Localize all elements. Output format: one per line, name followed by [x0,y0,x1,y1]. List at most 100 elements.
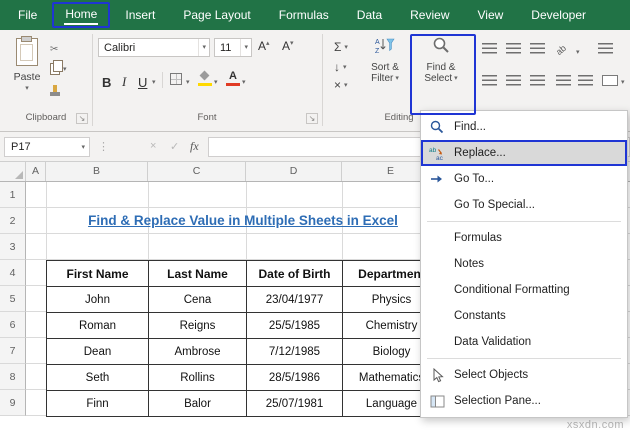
row-header-6[interactable]: 6 [0,312,26,338]
row-header-3[interactable]: 3 [0,234,26,260]
font-dialog-launcher[interactable]: ↘ [306,113,318,124]
borders-button[interactable] [170,73,182,85]
column-header-d[interactable]: D [246,162,342,181]
menu-item-notes[interactable]: Notes [421,251,627,277]
wrap-text-button[interactable] [598,43,613,54]
tab-review-label: Review [410,8,450,22]
menu-item-conditional-formatting[interactable]: Conditional Formatting [421,277,627,303]
caret-down-icon[interactable]: ▾ [152,78,156,86]
align-left-button[interactable] [482,75,497,86]
table-cell[interactable]: 25/5/1985 [247,313,343,339]
menu-item-select-objects[interactable]: Select Objects [421,362,627,388]
fill-color-button[interactable] [198,71,212,86]
tab-file[interactable]: File [4,0,51,30]
table-cell[interactable]: 23/04/1977 [247,287,343,313]
caret-down-icon[interactable]: ▾ [186,78,190,86]
table-cell[interactable]: Reigns [149,313,247,339]
caret-down-icon[interactable]: ▾ [621,78,625,86]
table-cell[interactable]: Seth [47,365,149,391]
table-header-date-of-birth[interactable]: Date of Birth [247,261,343,287]
autosum-button[interactable]: Σ ▾ [334,40,348,54]
row-header-9[interactable]: 9 [0,390,26,416]
fill-button[interactable]: ↓ ▾ [334,60,347,74]
table-cell[interactable]: Cena [149,287,247,313]
name-box[interactable]: P17 ▾ [4,137,90,157]
caret-down-icon[interactable]: ▾ [214,78,218,86]
table-cell[interactable]: Balor [149,391,247,417]
row-header-8[interactable]: 8 [0,364,26,390]
tab-page-layout[interactable]: Page Layout [169,0,264,30]
tab-developer[interactable]: Developer [517,0,600,30]
bold-button[interactable]: B [102,70,111,90]
find-select-dropdown-menu: Find... ab ac Replace... Go To... Go To S… [420,110,628,418]
enter-button[interactable]: ✓ [170,140,179,153]
menu-item-formulas[interactable]: Formulas [421,225,627,251]
text-orientation-button[interactable]: ab [554,43,568,57]
align-top-button[interactable] [482,43,497,54]
copy-button[interactable]: ▾ [50,60,82,77]
increase-indent-button[interactable] [578,75,593,86]
fill-down-icon: ↓ [334,60,340,74]
tab-data[interactable]: Data [343,0,396,30]
tab-review[interactable]: Review [396,0,463,30]
table-header-first-name[interactable]: First Name [47,261,149,287]
decrease-indent-button[interactable] [556,75,571,86]
align-center-button[interactable] [506,75,521,86]
clear-button[interactable]: × ▾ [334,78,348,92]
menu-item-replace[interactable]: ab ac Replace... [421,140,627,166]
caret-down-icon[interactable]: ▾ [242,78,246,86]
insert-function-button[interactable]: fx [190,139,199,154]
row-header-4[interactable]: 4 [0,260,26,286]
menu-item-data-validation[interactable]: Data Validation [421,329,627,355]
menu-item-selection-pane[interactable]: Selection Pane... [421,388,627,414]
merge-center-button[interactable] [602,75,618,86]
shrink-font-button[interactable]: A ▾ [282,39,294,53]
table-cell[interactable]: Finn [47,391,149,417]
tab-home[interactable]: Home [51,0,111,30]
table-cell[interactable]: Ambrose [149,339,247,365]
align-right-button[interactable] [530,75,545,86]
table-cell[interactable]: 25/07/1981 [247,391,343,417]
column-header-c[interactable]: C [148,162,246,181]
align-bottom-button[interactable] [530,43,545,54]
row-header-1[interactable]: 1 [0,182,26,208]
underline-button[interactable]: U [138,70,147,90]
table-cell[interactable]: John [47,287,149,313]
row-header-7[interactable]: 7 [0,338,26,364]
menu-item-go-to-special[interactable]: Go To Special... [421,192,627,218]
tab-view[interactable]: View [464,0,518,30]
menu-item-find[interactable]: Find... [421,114,627,140]
caret-down-icon[interactable]: ▾ [576,48,580,56]
row-header-2[interactable]: 2 [0,208,26,234]
column-header-a[interactable]: A [26,162,46,181]
font-color-button[interactable]: A [226,70,240,86]
format-painter-button[interactable] [50,80,82,96]
sheet-title-cell[interactable]: Find & Replace Value in Multiple Sheets … [46,208,440,234]
arrow-right-icon [427,171,447,187]
clipboard-dialog-launcher[interactable]: ↘ [76,113,88,124]
column-header-b[interactable]: B [46,162,148,181]
table-cell[interactable]: 28/5/1986 [247,365,343,391]
italic-button[interactable]: I [122,70,126,90]
paste-button[interactable]: Paste ▾ [8,36,46,110]
drag-handle-icon[interactable]: ⋮ [98,140,109,153]
table-cell[interactable]: Dean [47,339,149,365]
menu-item-constants[interactable]: Constants [421,303,627,329]
table-cell[interactable]: Rollins [149,365,247,391]
cut-button[interactable]: ✂ [50,42,82,58]
tab-insert[interactable]: Insert [111,0,169,30]
menu-item-go-to[interactable]: Go To... [421,166,627,192]
grow-font-button[interactable]: A ▴ [258,39,270,53]
font-group-label: Font [197,112,217,123]
font-name-combobox[interactable]: Calibri ▾ [98,38,210,57]
font-size-combobox[interactable]: 11 ▾ [214,38,252,57]
table-cell[interactable]: 7/12/1985 [247,339,343,365]
table-cell[interactable]: Roman [47,313,149,339]
sort-filter-button[interactable]: A Z Sort & Filter ▾ [358,36,412,110]
tab-formulas[interactable]: Formulas [265,0,343,30]
cancel-button[interactable]: × [150,140,156,152]
table-header-last-name[interactable]: Last Name [149,261,247,287]
select-all-corner[interactable] [0,162,26,181]
align-middle-button[interactable] [506,43,521,54]
row-header-5[interactable]: 5 [0,286,26,312]
